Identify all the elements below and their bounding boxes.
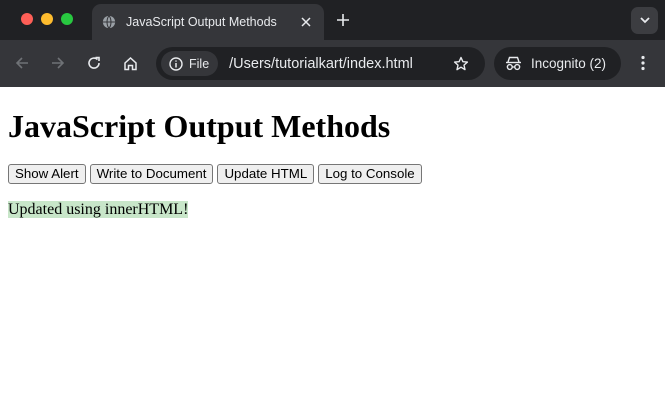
more-menu-icon[interactable]	[634, 54, 652, 72]
back-icon[interactable]	[13, 54, 31, 72]
tab-active[interactable]: JavaScript Output Methods	[92, 4, 324, 40]
show-alert-button[interactable]: Show Alert	[8, 164, 86, 184]
output-area: Updated using innerHTML!	[8, 200, 657, 219]
tab-title: JavaScript Output Methods	[126, 15, 277, 29]
minimize-window-button[interactable]	[41, 13, 53, 25]
info-icon	[169, 56, 183, 71]
close-tab-icon[interactable]	[298, 14, 314, 30]
zoom-window-button[interactable]	[61, 13, 73, 25]
page-heading: JavaScript Output Methods	[8, 108, 391, 144]
page-content: JavaScript Output Methods Show Alert Wri…	[0, 108, 665, 219]
home-icon[interactable]	[121, 54, 139, 72]
new-tab-icon[interactable]	[334, 11, 352, 29]
forward-icon[interactable]	[49, 54, 67, 72]
site-info-chip[interactable]: File	[161, 51, 219, 76]
incognito-icon	[506, 56, 521, 71]
site-info-label: File	[189, 56, 210, 71]
log-to-console-button[interactable]: Log to Console	[318, 164, 422, 184]
browser-toolbar: File /Users/tutorialkart/index.html Inco…	[0, 40, 665, 87]
bookmark-star-icon[interactable]	[451, 54, 471, 74]
output-text: Updated using innerHTML!	[8, 201, 189, 218]
close-window-button[interactable]	[21, 13, 33, 25]
tab-strip: JavaScript Output Methods	[0, 0, 665, 40]
chevron-down-icon	[639, 17, 650, 24]
address-bar[interactable]: File /Users/tutorialkart/index.html	[156, 47, 485, 80]
reload-icon[interactable]	[85, 54, 103, 72]
incognito-label: Incognito (2)	[531, 56, 607, 71]
write-to-document-button[interactable]: Write to Document	[89, 164, 214, 184]
update-html-button[interactable]: Update HTML	[217, 164, 315, 184]
incognito-indicator[interactable]: Incognito (2)	[494, 47, 621, 80]
url-text[interactable]: /Users/tutorialkart/index.html	[229, 56, 451, 72]
globe-icon	[102, 15, 116, 29]
tab-search-button[interactable]	[631, 7, 658, 34]
button-row: Show Alert Write to Document Update HTML…	[8, 164, 657, 184]
window-controls	[21, 13, 73, 25]
